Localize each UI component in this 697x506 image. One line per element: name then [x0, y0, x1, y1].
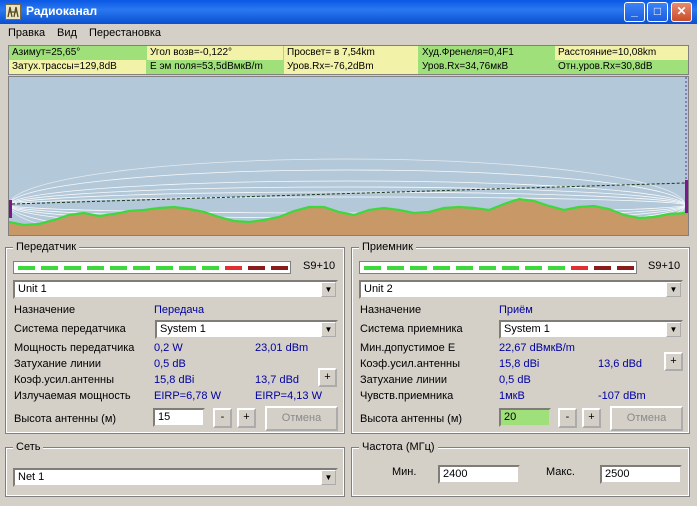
rx-gain-plus-button[interactable]: +: [664, 352, 683, 371]
tx-height-minus-button[interactable]: -: [213, 408, 232, 428]
frequency-legend: Частота (МГц): [359, 441, 438, 453]
rx-unit-value: Unit 2: [364, 283, 393, 295]
chevron-down-icon[interactable]: ▼: [321, 282, 336, 297]
chevron-down-icon[interactable]: ▼: [666, 322, 681, 337]
frequency-group: Частота (МГц) Мин. 2400 Макс. 2500: [351, 441, 690, 497]
chevron-down-icon[interactable]: ▼: [321, 470, 336, 485]
info-rx-level-dbm: Уров.Rx=-76,2dBm: [284, 60, 418, 74]
rx-system-select[interactable]: System 1 ▼: [499, 320, 683, 339]
menu-view[interactable]: Вид: [57, 27, 77, 39]
rx-min-field-label: Мин.допустимое Е: [360, 342, 456, 354]
tx-system-select[interactable]: System 1 ▼: [155, 320, 338, 339]
rx-height-minus-button[interactable]: -: [558, 408, 577, 428]
menu-bar: Правка Вид Перестановка: [0, 24, 697, 43]
freq-max-label: Макс.: [546, 466, 575, 478]
tx-loss-label: Затухание линии: [14, 358, 101, 370]
tx-loss-value: 0,5 dB: [154, 358, 186, 370]
network-select[interactable]: Net 1 ▼: [13, 468, 338, 487]
info-rx-level-uv: Уров.Rx=34,76мкВ: [419, 60, 554, 74]
maximize-button[interactable]: □: [647, 2, 668, 22]
tx-power-dbm: 23,01 dBm: [255, 342, 309, 354]
link-info-panel: Азимут=25,65° Угол возв=-0,122° Просвет=…: [8, 45, 689, 75]
tx-antenna-marker: [9, 200, 12, 218]
rx-loss-label: Затухание линии: [360, 374, 447, 386]
tx-eirp-label: Излучаемая мощность: [14, 390, 131, 402]
receiver-group: Приемник S9+10 Unit 2 ▼ Назначение Приём…: [351, 241, 690, 434]
rx-sensitivity-dbm: -107 dBm: [598, 390, 646, 402]
rx-height-input[interactable]: 20: [499, 408, 551, 427]
tx-height-plus-button[interactable]: +: [237, 408, 256, 428]
rx-gain-dbd: 13,6 dBd: [598, 358, 643, 370]
tx-cancel-button[interactable]: Отмена: [265, 406, 338, 431]
rx-loss-value: 0,5 dB: [499, 374, 531, 386]
tx-unit-value: Unit 1: [18, 283, 47, 295]
tx-power-watts: 0,2 W: [154, 342, 183, 354]
rx-sensitivity-label: Чувств.приемника: [360, 390, 454, 402]
tx-eirp-w: EIRP=6,78 W: [154, 390, 221, 402]
app-icon: [5, 4, 21, 20]
rx-unit-select[interactable]: Unit 2 ▼: [359, 280, 683, 299]
tx-system-label: Система передатчика: [14, 323, 126, 335]
rx-height-plus-button[interactable]: +: [582, 408, 601, 428]
title-bar: Радиоканал _ □ ✕: [0, 0, 697, 24]
terrain-fill: [9, 199, 688, 235]
menu-edit[interactable]: Правка: [8, 27, 45, 39]
freq-min-input[interactable]: 2400: [438, 465, 520, 484]
tx-purpose-value: Передача: [154, 304, 205, 316]
tx-signal-level: S9+10: [303, 260, 336, 272]
rx-antenna-marker: [685, 180, 688, 213]
transmitter-legend: Передатчик: [13, 241, 80, 253]
info-elevation: Угол возв=-0,122°: [147, 46, 283, 60]
info-azimuth: Азимут=25,65°: [9, 46, 146, 60]
freq-max-input[interactable]: 2500: [600, 465, 682, 484]
network-value: Net 1: [18, 471, 45, 483]
tx-unit-select[interactable]: Unit 1 ▼: [13, 280, 338, 299]
info-fresnel: Худ.Френеля=0,4F1: [419, 46, 554, 60]
tx-gain-dbd: 13,7 dBd: [255, 374, 300, 386]
tx-gain-dbi: 15,8 dBi: [154, 374, 195, 386]
minimize-button[interactable]: _: [624, 2, 645, 22]
tx-gain-label: Коэф.усил.антенны: [14, 374, 115, 386]
tx-signal-meter: [13, 261, 291, 274]
chevron-down-icon[interactable]: ▼: [666, 282, 681, 297]
rx-gain-dbi: 15,8 dBi: [499, 358, 540, 370]
tx-system-value: System 1: [160, 323, 206, 335]
info-relative-rx: Отн.уров.Rx=30,8dB: [555, 60, 688, 74]
tx-height-input[interactable]: 15: [153, 408, 205, 427]
network-legend: Сеть: [13, 441, 44, 453]
rx-gain-label: Коэф.усил.антенны: [360, 358, 461, 370]
info-path-loss: Затух.трассы=129,8dB: [9, 60, 146, 74]
rx-signal-meter: [359, 261, 637, 274]
network-group: Сеть Net 1 ▼: [5, 441, 345, 497]
line-of-sight: [11, 182, 686, 205]
rx-min-field-value: 22,67 dBмкВ/m: [499, 342, 575, 354]
rx-purpose-value: Приём: [499, 304, 533, 316]
rx-system-value: System 1: [504, 323, 550, 335]
info-distance: Расстояние=10,08km: [555, 46, 688, 60]
info-field-strength: Е эм поля=53,5dBмкВ/m: [147, 60, 283, 74]
close-button[interactable]: ✕: [671, 2, 692, 22]
tx-height-label: Высота антенны (м): [14, 413, 117, 425]
info-clearance: Просвет= в 7,54km: [284, 46, 418, 60]
window-title: Радиоканал: [26, 4, 98, 18]
tx-gain-plus-button[interactable]: +: [318, 368, 337, 387]
tx-purpose-label: Назначение: [14, 304, 76, 316]
rx-height-label: Высота антенны (м): [360, 413, 463, 425]
tx-power-label: Мощность передатчика: [14, 342, 135, 354]
rx-signal-level: S9+10: [648, 260, 681, 272]
freq-min-label: Мин.: [392, 466, 417, 478]
rx-cancel-button[interactable]: Отмена: [610, 406, 683, 431]
rx-purpose-label: Назначение: [360, 304, 422, 316]
menu-rearrange[interactable]: Перестановка: [89, 27, 161, 39]
receiver-legend: Приемник: [359, 241, 416, 253]
tx-eirp-dbw: EIRP=4,13 W: [255, 390, 322, 402]
rx-system-label: Система приемника: [360, 323, 463, 335]
transmitter-group: Передатчик S9+10 Unit 1 ▼ Назначение Пер…: [5, 241, 345, 434]
terrain-profile-view[interactable]: [8, 76, 689, 236]
chevron-down-icon[interactable]: ▼: [321, 322, 336, 337]
rx-sensitivity-uv: 1мкВ: [499, 390, 525, 402]
